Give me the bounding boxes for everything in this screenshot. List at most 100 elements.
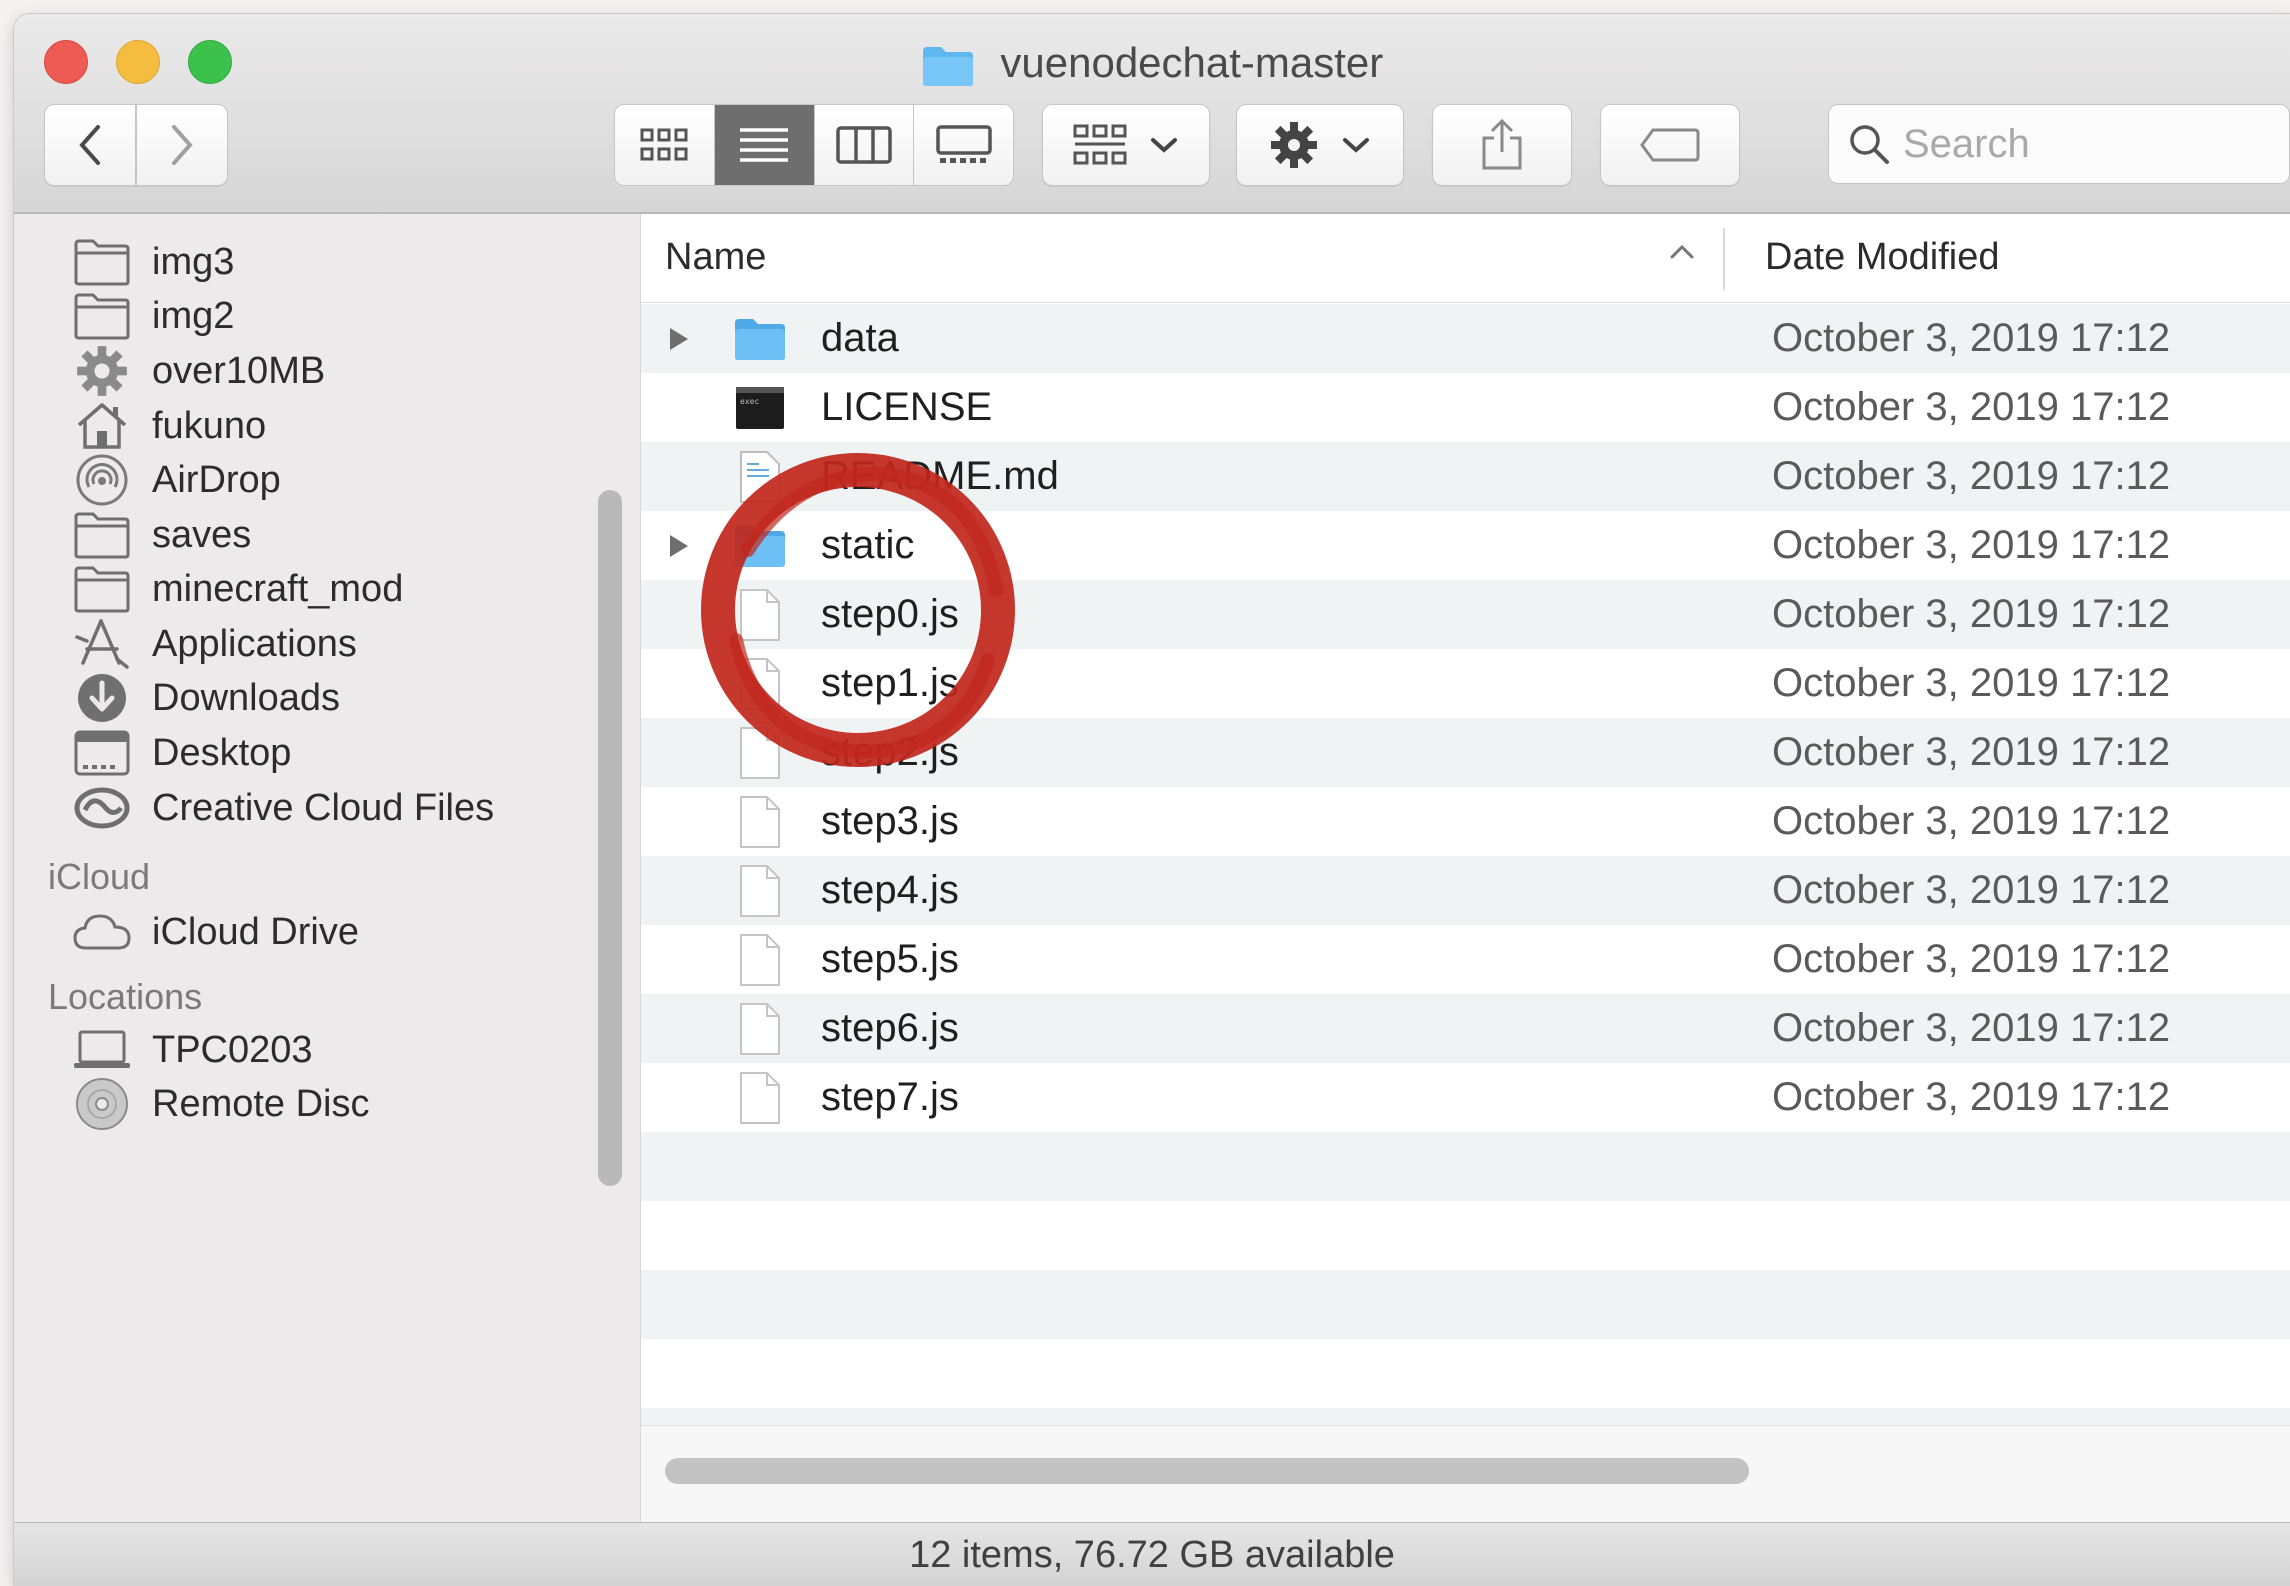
folder-icon	[72, 507, 132, 563]
sidebar-item-label: img3	[152, 240, 235, 283]
list-view-button[interactable]	[714, 105, 815, 185]
file-icon	[733, 933, 787, 987]
table-row[interactable]: data October 3, 2019 17:12	[641, 304, 2290, 373]
file-date: October 3, 2019 17:12	[1772, 730, 2171, 774]
sidebar-item-icloud-drive[interactable]: iCloud Drive	[72, 902, 359, 962]
sidebar-item-fukuno[interactable]: fukuno	[72, 396, 266, 456]
sidebar-item-remote-disc[interactable]: Remote Disc	[72, 1074, 370, 1134]
back-button[interactable]	[44, 104, 136, 186]
file-name: step0.js	[821, 592, 959, 636]
table-row[interactable]: step0.js October 3, 2019 17:12	[641, 580, 2290, 649]
icon-view-button[interactable]	[615, 105, 715, 185]
column-view-button[interactable]	[815, 105, 915, 185]
sidebar-item-applications[interactable]: Applications	[72, 614, 357, 674]
table-row[interactable]: step1.js October 3, 2019 17:12	[641, 649, 2290, 718]
sidebar-item-label: AirDrop	[152, 458, 281, 501]
sidebar: img3 img2 over10MB fukuno AirDrop saves …	[14, 214, 641, 1522]
sidebar-item-creative-cloud-files[interactable]: Creative Cloud Files	[72, 778, 494, 838]
sidebar-item-tpc0203[interactable]: TPC0203	[72, 1020, 313, 1080]
sidebar-item-over10mb[interactable]: over10MB	[72, 341, 325, 401]
sidebar-item-label: Applications	[152, 622, 357, 665]
view-mode-selector	[614, 104, 1014, 186]
sidebar-item-label: minecraft_mod	[152, 567, 404, 610]
file-date: October 3, 2019 17:12	[1772, 454, 2171, 498]
horizontal-scrollbar[interactable]	[665, 1458, 1749, 1484]
file-rows: data October 3, 2019 17:12 exec LICENSE …	[641, 304, 2290, 1477]
file-icon	[733, 864, 787, 918]
sidebar-item-downloads[interactable]: Downloads	[72, 668, 340, 728]
file-name: step7.js	[821, 1075, 959, 1119]
folder-icon	[733, 519, 787, 573]
file-date: October 3, 2019 17:12	[1772, 385, 2171, 429]
downloads-icon	[72, 670, 132, 726]
sidebar-item-label: TPC0203	[152, 1028, 313, 1071]
terminal-exec-icon: exec	[733, 381, 787, 435]
home-icon	[72, 398, 132, 454]
sidebar-item-label: img2	[152, 294, 235, 337]
sidebar-item-minecraft-mod[interactable]: minecraft_mod	[72, 559, 403, 619]
table-row[interactable]: README.md October 3, 2019 17:12	[641, 442, 2290, 511]
table-row[interactable]: step5.js October 3, 2019 17:12	[641, 925, 2290, 994]
sidebar-item-airdrop[interactable]: AirDrop	[72, 450, 281, 510]
sidebar-item-label: iCloud Drive	[152, 910, 359, 953]
sort-ascending-icon	[1670, 244, 1694, 259]
folder-icon	[72, 561, 132, 617]
column-header: Name Date Modified	[641, 214, 2290, 303]
list-view-icon	[740, 128, 789, 162]
forward-button[interactable]	[136, 104, 228, 186]
tag-button[interactable]	[1600, 104, 1740, 186]
sidebar-scrollbar[interactable]	[598, 490, 622, 1186]
sidebar-section-icloud: iCloud	[48, 856, 151, 897]
gallery-view-icon	[935, 125, 992, 163]
file-icon	[733, 1071, 787, 1125]
chevron-right-icon	[172, 125, 193, 165]
table-row[interactable]: step6.js October 3, 2019 17:12	[641, 994, 2290, 1063]
file-date: October 3, 2019 17:12	[1772, 661, 2171, 705]
disclosure-triangle-icon[interactable]	[663, 531, 693, 561]
file-date: October 3, 2019 17:12	[1772, 316, 2171, 360]
sidebar-item-img2[interactable]: img2	[72, 286, 234, 346]
sidebar-section-locations: Locations	[48, 976, 203, 1017]
laptop-icon	[72, 1022, 132, 1078]
file-date: October 3, 2019 17:12	[1772, 868, 2171, 912]
search-icon	[1850, 125, 1889, 164]
gear-icon	[72, 343, 132, 399]
table-row[interactable]: exec LICENSE October 3, 2019 17:12	[641, 373, 2290, 442]
window-title-text: vuenodechat-master	[1000, 39, 1384, 86]
file-icon	[733, 795, 787, 849]
gallery-view-button[interactable]	[914, 105, 1013, 185]
sidebar-item-label: Downloads	[152, 676, 340, 719]
file-name: step3.js	[821, 799, 959, 843]
file-name: data	[821, 316, 899, 360]
sidebar-item-saves[interactable]: saves	[72, 505, 251, 565]
folder-icon	[733, 312, 787, 366]
search-field[interactable]: Search	[1828, 104, 2290, 184]
action-button[interactable]	[1236, 104, 1404, 186]
table-row[interactable]: step2.js October 3, 2019 17:12	[641, 718, 2290, 787]
share-button[interactable]	[1432, 104, 1572, 186]
table-row[interactable]: step4.js October 3, 2019 17:12	[641, 856, 2290, 925]
table-row[interactable]: static October 3, 2019 17:12	[641, 511, 2290, 580]
date-modified-column-header[interactable]: Date Modified	[1765, 236, 1999, 279]
toolbar: vuenodechat-master Search	[14, 14, 2290, 214]
disclosure-triangle-icon[interactable]	[663, 324, 693, 354]
name-column-header[interactable]: Name	[665, 236, 766, 279]
gear-icon	[1271, 122, 1317, 168]
file-list: Name Date Modified data October 3, 2019 …	[641, 214, 2290, 1522]
sidebar-item-label: saves	[152, 513, 252, 556]
arrange-button[interactable]	[1042, 104, 1210, 186]
folder-icon	[922, 46, 973, 86]
file-name: step6.js	[821, 1006, 959, 1050]
sidebar-item-img3[interactable]: img3	[72, 232, 234, 292]
applications-icon	[72, 616, 132, 672]
column-divider[interactable]	[1723, 228, 1725, 290]
file-name: static	[821, 523, 915, 567]
status-text: 12 items, 76.72 GB available	[909, 1534, 1395, 1576]
tag-icon	[1640, 128, 1700, 162]
file-icon	[733, 657, 787, 711]
sidebar-item-desktop[interactable]: Desktop	[72, 723, 291, 783]
file-name: step1.js	[821, 661, 959, 705]
table-row[interactable]: step7.js October 3, 2019 17:12	[641, 1063, 2290, 1132]
empty-row	[641, 1132, 2290, 1201]
table-row[interactable]: step3.js October 3, 2019 17:12	[641, 787, 2290, 856]
